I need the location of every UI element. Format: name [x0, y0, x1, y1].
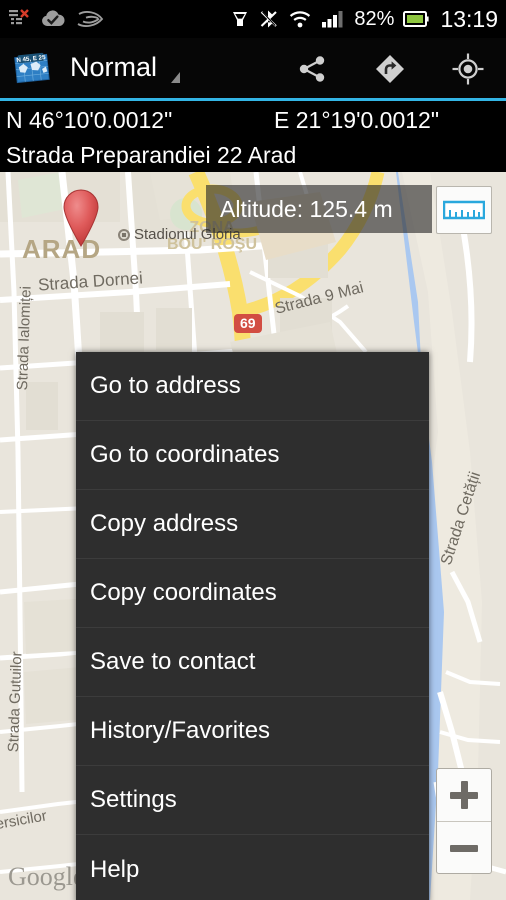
download-cup-icon: [233, 12, 248, 26]
navigate-button[interactable]: [362, 38, 418, 100]
app-screen: ARAD ZONA BOU' ROŞU Strada Dornei Strada…: [0, 0, 506, 900]
zoom-out-button[interactable]: [437, 822, 491, 873]
sync-error-icon: [9, 9, 29, 25]
status-bar[interactable]: 82% 13:19: [0, 0, 506, 38]
action-bar: N 45, E 25 Normal: [0, 38, 506, 100]
menu-item-settings[interactable]: Settings: [76, 766, 429, 835]
zoom-in-button[interactable]: [437, 769, 491, 822]
menu-item-label: Help: [90, 855, 140, 883]
google-attribution: Google: [8, 862, 85, 891]
signal-bars-icon: [322, 11, 343, 28]
menu-item-go-to-coordinates[interactable]: Go to coordinates: [76, 421, 429, 490]
menu-item-go-to-address[interactable]: Go to address: [76, 352, 429, 421]
swoosh-icon: [77, 11, 104, 27]
menu-item-label: Copy address: [90, 510, 239, 537]
battery-icon: [403, 11, 430, 27]
wifi-icon: [290, 11, 311, 28]
route-shield: 69: [234, 314, 262, 333]
my-location-button[interactable]: [440, 38, 496, 100]
menu-item-label: Go to address: [90, 372, 241, 399]
altitude-text: Altitude: 125.4 m: [220, 195, 393, 222]
context-menu[interactable]: Go to address Go to coordinates Copy add…: [76, 352, 429, 900]
zoom-controls[interactable]: [436, 768, 492, 874]
menu-item-history-favorites[interactable]: History/Favorites: [76, 697, 429, 766]
coordinates-bar[interactable]: N 46°10'0.0012" E 21°19'0.0012": [0, 101, 506, 139]
status-bar-right-icons: 82% 13:19: [230, 5, 506, 32]
altitude-overlay: Altitude: 125.4 m: [206, 185, 432, 233]
cloud-check-icon: [42, 10, 65, 26]
plus-icon-vertical: [460, 781, 468, 809]
menu-item-copy-coordinates[interactable]: Copy coordinates: [76, 559, 429, 628]
status-bar-left-icons: [0, 9, 104, 29]
menu-item-label: Copy coordinates: [90, 579, 277, 606]
share-icon: [299, 56, 325, 82]
ruler-measure-button[interactable]: [436, 186, 492, 234]
address-bar[interactable]: Strada Preparandiei 22 Arad: [0, 139, 506, 172]
minus-icon: [450, 844, 478, 852]
menu-item-label: Settings: [90, 786, 177, 813]
bluetooth-off-icon: [261, 10, 278, 28]
address-text: Strada Preparandiei 22 Arad: [6, 142, 297, 168]
share-button[interactable]: [284, 38, 340, 100]
menu-item-label: Save to contact: [90, 648, 256, 675]
status-bar-clock: 13:19: [440, 5, 498, 32]
menu-item-save-to-contact[interactable]: Save to contact: [76, 628, 429, 697]
menu-item-label: History/Favorites: [90, 717, 271, 744]
menu-item-copy-address[interactable]: Copy address: [76, 490, 429, 559]
dropdown-caret-icon: [171, 72, 181, 83]
longitude-text: E 21°19'0.0012": [274, 106, 439, 133]
my-location-icon: [452, 53, 484, 85]
poi-marker-icon: [118, 228, 130, 241]
location-marker-icon[interactable]: [58, 186, 104, 248]
battery-percent: 82%: [354, 8, 395, 30]
map-coordinates-app-icon: N 45, E 25: [14, 52, 50, 84]
map-mode-spinner[interactable]: Normal: [70, 52, 181, 84]
latitude-text: N 46°10'0.0012": [6, 106, 173, 133]
navigate-icon: [375, 55, 405, 84]
app-icon[interactable]: N 45, E 25: [12, 49, 52, 89]
menu-item-help[interactable]: Help: [76, 835, 429, 900]
menu-item-label: Go to coordinates: [90, 441, 280, 468]
action-bar-title: Normal: [70, 52, 158, 82]
action-bar-accent-underline: [0, 98, 506, 101]
ruler-measure-icon: [443, 200, 485, 220]
action-bar-actions: [284, 38, 506, 100]
